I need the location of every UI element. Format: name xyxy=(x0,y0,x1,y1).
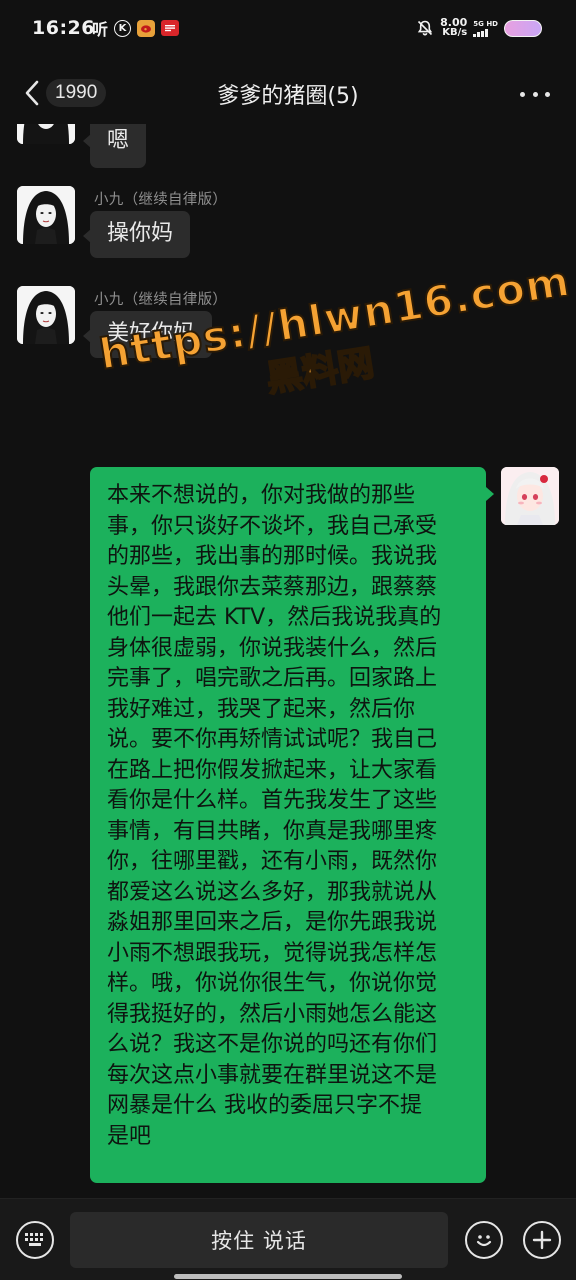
message-line: 看你是什么样。首先我发生了这些 xyxy=(107,788,438,813)
mute-bell-icon xyxy=(417,20,433,36)
my-avatar[interactable] xyxy=(501,467,559,525)
emoji-button[interactable] xyxy=(465,1221,503,1259)
ting-app-icon: 听 xyxy=(92,20,109,39)
message-bubble[interactable]: 美好你妈 xyxy=(82,311,213,358)
message-line: 事，你只谈好不谈坏，我自己承受 xyxy=(107,513,438,539)
message-line: 淼姐那里回来之后，是你先跟我说 xyxy=(107,910,438,935)
input-bar: 按住 说话 xyxy=(0,1198,576,1280)
signal-icon: 5G HD xyxy=(473,20,498,37)
keyboard-icon xyxy=(25,1233,43,1246)
avatar[interactable] xyxy=(17,286,75,344)
message-line: 小雨不想跟我玩，觉得说我怎样怎 xyxy=(107,940,438,966)
message-line: 网暴是什么 我收的委屈只字不提 xyxy=(107,1093,422,1118)
message-text: 操你妈 xyxy=(107,221,174,246)
message-bubble[interactable]: 嗯 xyxy=(82,124,147,168)
home-indicator[interactable] xyxy=(174,1274,402,1279)
network-speed: 8.00 KB/s xyxy=(440,16,468,38)
status-notification-icons: 听 K xyxy=(92,19,180,39)
message-text: 本来不想说的，你对我做的那些 事，你只谈好不谈坏，我自己承受 的那些，我出事的那时候… xyxy=(107,481,469,1152)
avatar[interactable] xyxy=(17,186,75,244)
message-line: 本来不想说的，你对我做的那些 xyxy=(107,483,416,508)
message-line: 样。哦，你说你很生气，你说你觉 xyxy=(107,971,438,996)
more-dot-icon xyxy=(532,91,538,97)
sender-name: 小九（继续自律版） xyxy=(94,292,228,308)
status-time: 16:26 xyxy=(32,17,95,39)
more-options-button[interactable] xyxy=(520,82,550,106)
message-line: 他们一起去 KTV，然后我说我真的 xyxy=(107,605,442,630)
message-line: 我好难过，我哭了起来，然后你 xyxy=(107,696,416,722)
message-line: 是吧 xyxy=(107,1123,152,1149)
message-line: 得我挺好的，然后小雨她怎么能这 xyxy=(107,1001,438,1027)
message-line: 完事了，唱完歌之后再。回家路上 xyxy=(107,666,438,691)
message-text: 美好你妈 xyxy=(107,321,196,346)
chat-header: 1990 爹爹的猪圈(5) xyxy=(0,62,576,124)
message-line: 说。要不你再矫情试试呢？我自己 xyxy=(107,727,438,752)
battery-icon xyxy=(504,19,542,37)
status-system-icons: 8.00 KB/s 5G HD xyxy=(416,16,542,38)
status-bar: 16:26 听 K 8.00 KB/s 5G HD xyxy=(0,0,576,62)
more-functions-button[interactable] xyxy=(523,1221,561,1259)
message-line: 的那些，我出事的那时候。我说我 xyxy=(107,544,438,569)
hold-to-talk-button[interactable]: 按住 说话 xyxy=(70,1212,448,1268)
message-line: 么说？我这不是你说的吗还有你们 xyxy=(107,1032,438,1057)
message-line: 身体很虚弱，你说我装什么，然后 xyxy=(107,635,438,661)
sender-name: 小九（继续自律版） xyxy=(94,192,228,208)
message-line: 头晕，我跟你去菜蔡那边，跟蔡蔡 xyxy=(107,574,438,600)
message-line: 每次这点小事就要在群里说这不是 xyxy=(107,1062,438,1088)
more-dot-icon xyxy=(545,91,550,97)
outgoing-message-bubble[interactable]: 本来不想说的，你对我做的那些 事，你只谈好不谈坏，我自己承受 的那些，我出事的那时候… xyxy=(90,467,494,1183)
keyboard-toggle-button[interactable] xyxy=(16,1221,54,1259)
message-bubble[interactable]: 操你妈 xyxy=(82,211,191,258)
chat-title: 爹爹的猪圈(5) xyxy=(217,84,359,109)
message-text: 嗯 xyxy=(107,128,130,153)
message-line: 都爱这么说这么多好，那我就说从 xyxy=(107,879,438,905)
message-list[interactable]: 嗯 小九（继续自律版） 操你妈 小九（继续自律版） 美好你妈 本来不想说的，你对… xyxy=(0,124,576,1198)
plus-icon xyxy=(532,1230,552,1250)
message-line: 你，往哪里戳，还有小雨，既然你 xyxy=(107,849,438,874)
news-app-icon xyxy=(161,20,180,36)
message-line: 事情，有目共睹，你真是我哪里疼 xyxy=(107,818,438,844)
k-app-icon: K xyxy=(114,19,132,37)
more-dot-icon xyxy=(520,91,525,97)
weibo-icon xyxy=(137,19,156,37)
smiley-icon xyxy=(476,1235,492,1247)
message-line: 在路上把你假发掀起来，让大家看 xyxy=(107,757,438,783)
avatar[interactable] xyxy=(17,124,75,144)
